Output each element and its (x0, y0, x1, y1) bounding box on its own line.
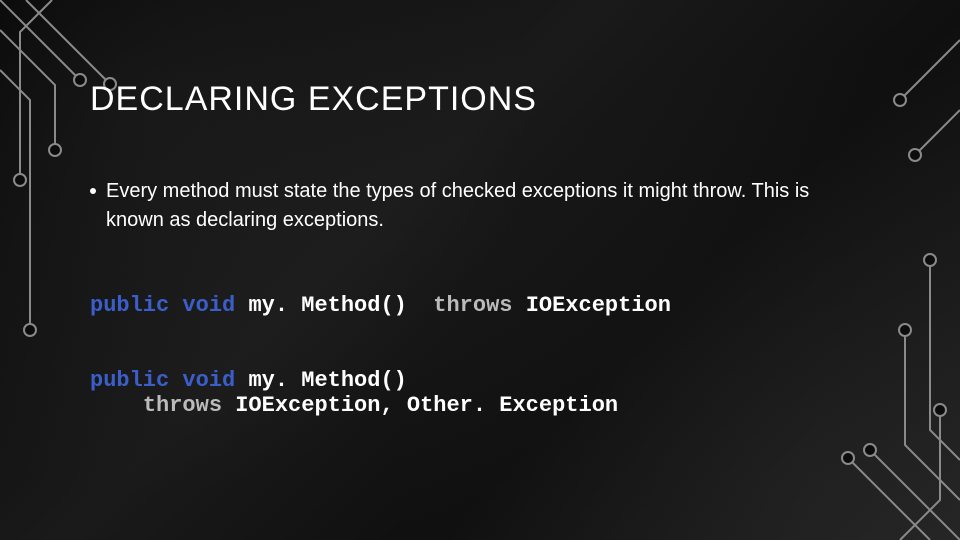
indent (90, 393, 143, 418)
slide-title: DECLARING EXCEPTIONS (90, 80, 900, 119)
exception-list: IOException, Other. Exception (235, 393, 618, 418)
bullet-text: Every method must state the types of che… (106, 177, 820, 235)
bullet-dot-icon (90, 188, 96, 194)
code-snippet-2: public void my. Method() throws IOExcept… (90, 368, 900, 418)
keyword-throws: throws (143, 393, 222, 418)
keyword-void: void (182, 293, 235, 318)
keyword-public: public (90, 368, 169, 393)
exception-list: IOException (526, 293, 671, 318)
method-name: my. Method() (248, 368, 406, 393)
keyword-throws: throws (433, 293, 512, 318)
bullet-block: Every method must state the types of che… (90, 177, 820, 235)
keyword-void: void (182, 368, 235, 393)
keyword-public: public (90, 293, 169, 318)
slide-content: DECLARING EXCEPTIONS Every method must s… (90, 80, 900, 418)
method-name: my. Method() (248, 293, 406, 318)
code-snippet-1: public void my. Method() throws IOExcept… (90, 293, 900, 318)
